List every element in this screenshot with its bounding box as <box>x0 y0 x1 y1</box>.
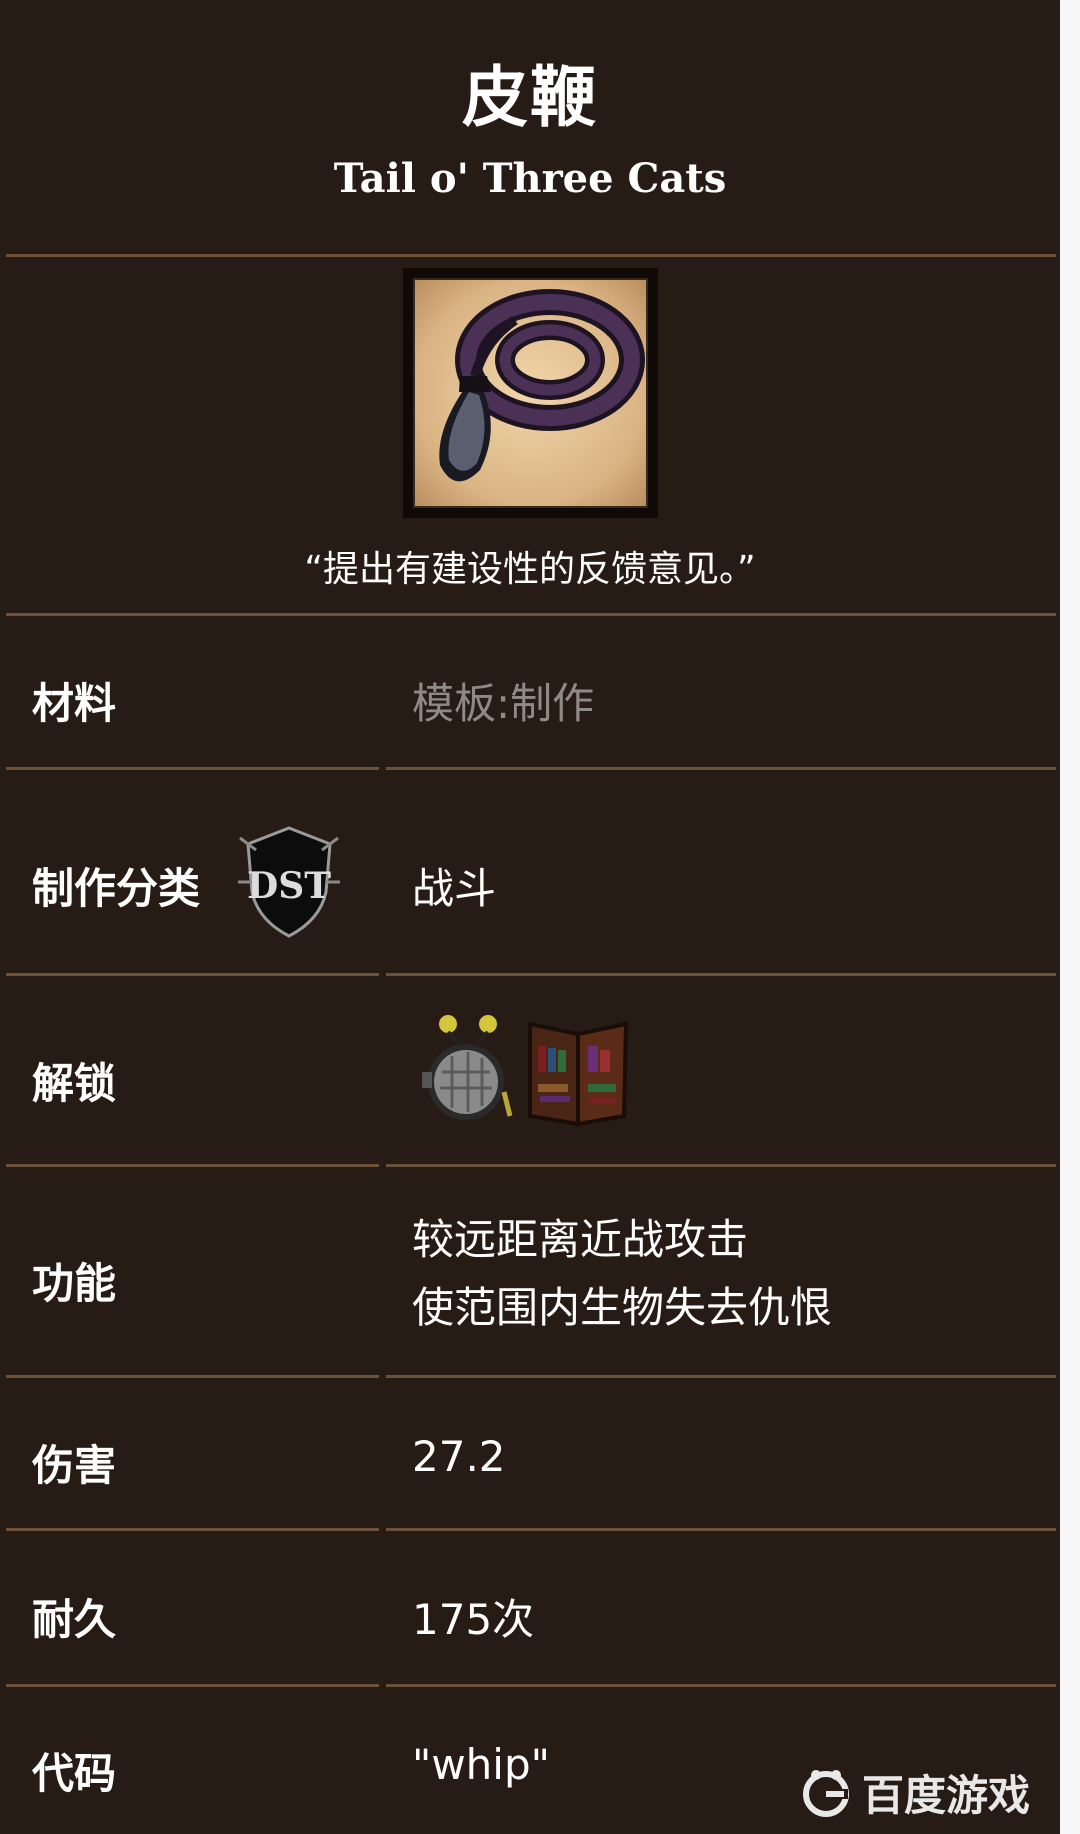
item-image <box>403 268 658 518</box>
row-value-category[interactable]: 战斗 <box>412 855 496 916</box>
divider <box>6 1375 379 1378</box>
row-label-durability: 耐久 <box>32 1595 117 1644</box>
row-value-durability: 175次 <box>412 1595 535 1644</box>
row-value-function: 较远距离近战攻击 使范围内生物失去仇恨 <box>412 1206 832 1342</box>
row-label-function: 功能 <box>32 1259 117 1308</box>
item-infobox: 皮鞭 Tail o' Three Cats “提出有建设性的反馈意见。” 材料 … <box>0 0 1060 1834</box>
divider <box>6 1164 379 1167</box>
dst-badge-icon: DST <box>238 826 340 938</box>
bookcase-icon[interactable] <box>528 1021 629 1127</box>
divider <box>6 973 379 976</box>
function-line-2: 使范围内生物失去仇恨 <box>412 1283 833 1332</box>
row-value-code: "whip" <box>412 1740 550 1789</box>
row-label-category: 制作分类 <box>32 864 201 913</box>
item-quote: “提出有建设性的反馈意见。” <box>304 549 756 590</box>
divider <box>6 767 379 770</box>
whip-icon <box>439 289 645 482</box>
item-subtitle: Tail o' Three Cats <box>333 155 727 202</box>
row-value-materials[interactable]: 模板:制作 <box>412 670 594 731</box>
row-label-unlock: 解锁 <box>32 1059 117 1108</box>
divider <box>6 1684 379 1687</box>
dst-badge-text: DST <box>247 865 331 907</box>
divider <box>386 1684 1056 1687</box>
item-title: 皮鞭 <box>462 58 598 136</box>
unlock-icons <box>422 1015 629 1127</box>
function-line-1: 较远距离近战攻击 <box>412 1215 749 1264</box>
divider <box>6 254 1056 257</box>
divider <box>386 1375 1056 1378</box>
watermark: 百度游戏 <box>800 1762 1030 1823</box>
divider <box>386 1164 1056 1167</box>
row-value-damage: 27.2 <box>412 1432 506 1481</box>
divider <box>386 767 1056 770</box>
row-label-code: 代码 <box>32 1749 117 1798</box>
divider <box>6 613 1056 616</box>
row-label-materials: 材料 <box>32 679 117 728</box>
divider <box>6 1528 379 1531</box>
row-label-damage: 伤害 <box>32 1441 117 1490</box>
baidu-game-logo-icon <box>802 1769 849 1817</box>
watermark-text: 百度游戏 <box>861 1771 1030 1820</box>
divider <box>386 973 1056 976</box>
right-edge-strip <box>1060 0 1080 1834</box>
science-machine-icon[interactable] <box>422 1015 513 1120</box>
divider <box>386 1528 1056 1531</box>
